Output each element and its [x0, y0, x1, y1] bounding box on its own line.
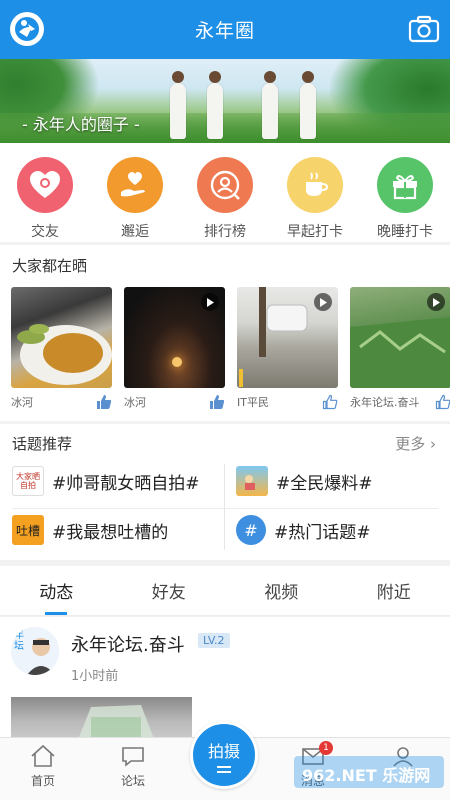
- thumbs-up-outline-icon[interactable]: [322, 394, 338, 410]
- heart-camera-icon: [17, 157, 73, 213]
- post-image[interactable]: [11, 697, 192, 737]
- share-video[interactable]: [350, 287, 450, 388]
- quick-item-label: 排行榜: [204, 224, 246, 240]
- nav-forum[interactable]: 论坛: [98, 744, 168, 789]
- share-image[interactable]: [11, 287, 112, 388]
- play-icon[interactable]: [201, 293, 219, 311]
- menu-lines-icon: [217, 765, 231, 768]
- banner[interactable]: - 永年人的圈子 -: [0, 59, 450, 143]
- topic-selfie-icon: 大家晒自拍: [12, 466, 44, 496]
- shoot-label: 拍摄: [207, 741, 240, 761]
- feed-tabs: 动态 好友 视频 附近: [0, 566, 450, 616]
- avatar-text: 年坛: [14, 630, 24, 652]
- topic-complain-icon: 吐槽: [12, 515, 44, 545]
- share-author: 冰河: [11, 396, 33, 409]
- watermark-logo: 962.NET 乐游网: [294, 752, 444, 792]
- section-title: 大家都在晒: [12, 257, 88, 275]
- chat-bubble-icon: [122, 747, 144, 767]
- more-label: 更多: [395, 435, 426, 453]
- share-video[interactable]: [237, 287, 338, 388]
- level-badge: LV.2: [198, 633, 230, 648]
- share-item[interactable]: IT平民: [237, 287, 338, 410]
- play-icon[interactable]: [314, 293, 332, 311]
- nav-home[interactable]: 首页: [8, 744, 78, 789]
- banner-caption: - 永年人的圈子 -: [22, 115, 140, 134]
- banner-person: [170, 71, 186, 139]
- chevron-right-icon: ›: [430, 435, 436, 453]
- post-author[interactable]: 永年论坛.奋斗: [71, 631, 185, 657]
- topic-news-icon: [236, 466, 268, 496]
- quick-item-morning-checkin[interactable]: 早起打卡: [270, 143, 360, 242]
- share-author: 冰河: [124, 396, 146, 409]
- share-item[interactable]: 冰河: [124, 287, 225, 410]
- post-time: 1小时前: [71, 669, 119, 684]
- share-author: IT平民: [237, 396, 269, 409]
- quick-item-ranking[interactable]: 排行榜: [180, 143, 270, 242]
- quick-item-label: 交友: [31, 224, 59, 240]
- watermark-text: 962.NET 乐游网: [302, 766, 431, 785]
- quick-item-encounter[interactable]: 邂逅: [90, 143, 180, 242]
- home-icon: [31, 744, 55, 767]
- menu-lines-icon: [217, 770, 231, 773]
- topic-item[interactable]: #全民爆料#: [236, 466, 373, 496]
- share-section: 大家都在晒 冰河 冰河 IT平民 永年论坛.奋斗: [0, 245, 450, 421]
- play-icon[interactable]: [427, 293, 445, 311]
- quick-item-label: 晚睡打卡: [377, 224, 433, 240]
- shoot-button[interactable]: 拍摄: [190, 721, 258, 789]
- banner-person: [300, 71, 316, 139]
- share-author: 永年论坛.奋斗: [350, 396, 420, 409]
- more-link[interactable]: 更多 ›: [395, 433, 436, 454]
- topic-item[interactable]: # #热门话题#: [236, 515, 371, 545]
- page-title: 永年圈: [194, 20, 255, 42]
- rank-search-icon: [197, 157, 253, 213]
- thumbs-up-icon[interactable]: [96, 394, 112, 410]
- feed-post: 年坛 永年论坛.奋斗 LV.2 1小时前: [0, 617, 450, 737]
- share-thumbnails: 冰河 冰河 IT平民 永年论坛.奋斗: [11, 287, 450, 410]
- share-video[interactable]: [124, 287, 225, 388]
- tab-video[interactable]: 视频: [225, 566, 338, 615]
- top-bar: 永年圈: [0, 0, 450, 59]
- tab-nearby[interactable]: 附近: [338, 566, 450, 615]
- topic-label: #帅哥靓女晒自拍#: [52, 473, 200, 494]
- camera-icon[interactable]: [408, 15, 440, 43]
- topics-section: 话题推荐 更多 › 大家晒自拍 #帅哥靓女晒自拍# #全民爆料# 吐槽 #我最想…: [0, 424, 450, 560]
- thumbs-up-outline-icon[interactable]: [435, 394, 450, 410]
- nav-label: 首页: [30, 774, 55, 788]
- topic-item[interactable]: 吐槽 #我最想吐槽的: [12, 515, 168, 545]
- hand-heart-icon: [107, 157, 163, 213]
- tab-friends[interactable]: 好友: [113, 566, 226, 615]
- tab-dynamic[interactable]: 动态: [0, 566, 113, 615]
- quick-item-make-friends[interactable]: 交友: [0, 143, 90, 242]
- quick-item-label: 早起打卡: [287, 224, 343, 240]
- banner-person: [207, 71, 223, 139]
- section-title: 话题推荐: [12, 435, 73, 453]
- topic-label: #我最想吐槽的: [52, 522, 169, 543]
- topic-label: #热门话题#: [274, 522, 371, 543]
- share-item[interactable]: 冰河: [11, 287, 112, 410]
- quick-menu: 交友 邂逅 排行榜 早起打卡 晚睡打卡: [0, 143, 450, 242]
- quick-item-night-checkin[interactable]: 晚睡打卡: [360, 143, 450, 242]
- share-item[interactable]: 永年论坛.奋斗: [350, 287, 450, 410]
- hashtag-icon: #: [236, 515, 266, 545]
- nav-label: 论坛: [120, 774, 145, 788]
- quick-item-label: 邂逅: [121, 224, 149, 240]
- app-logo-icon[interactable]: [10, 12, 44, 46]
- banner-person: [262, 71, 278, 139]
- gift-box-icon: [377, 157, 433, 213]
- divider: [12, 508, 438, 509]
- thumbs-up-icon[interactable]: [209, 394, 225, 410]
- avatar[interactable]: 年坛: [11, 627, 59, 675]
- divider: [224, 464, 225, 550]
- topic-label: #全民爆料#: [276, 473, 373, 494]
- topic-item[interactable]: 大家晒自拍 #帅哥靓女晒自拍#: [12, 466, 200, 496]
- coffee-cup-icon: [287, 157, 343, 213]
